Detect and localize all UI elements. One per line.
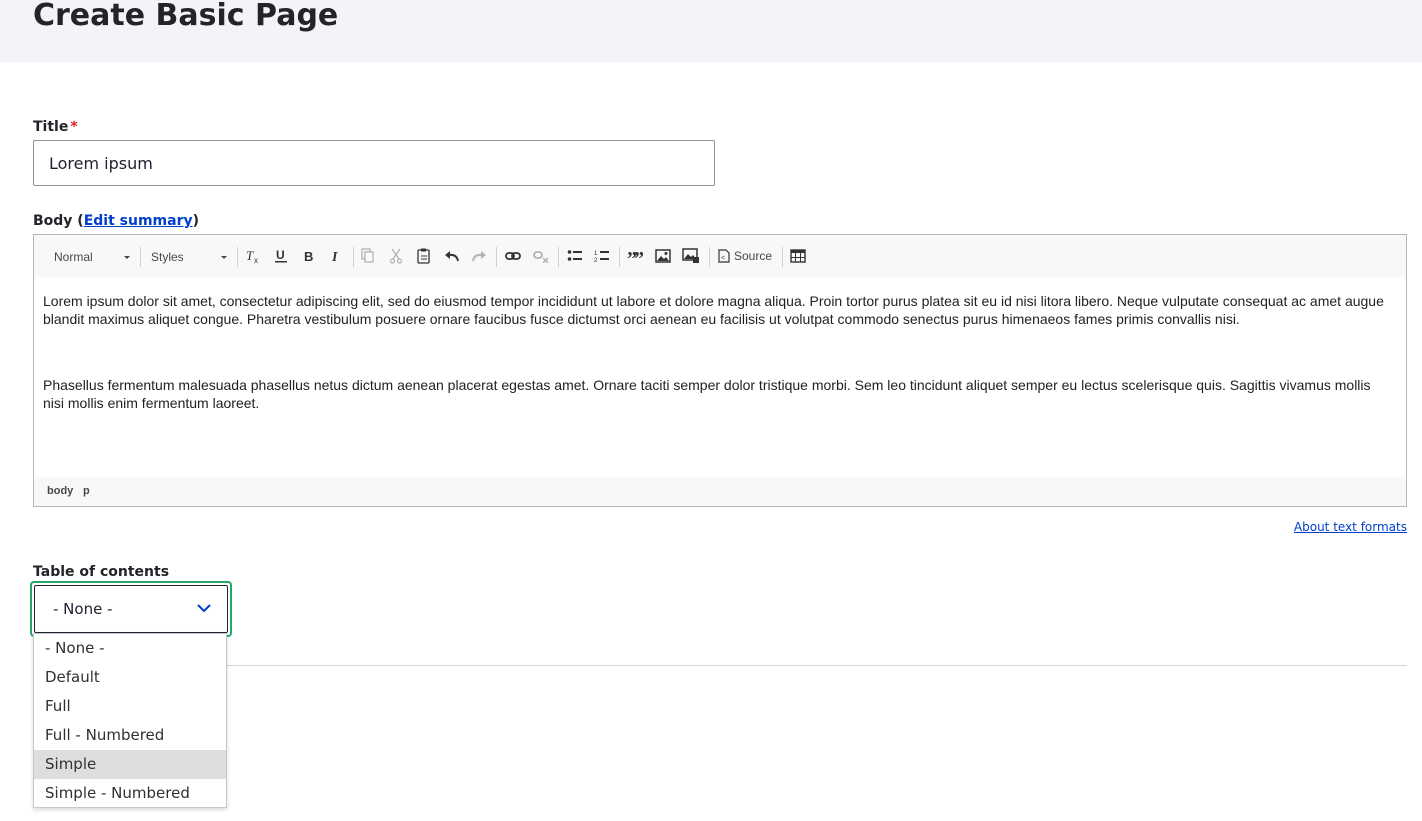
italic-icon[interactable]: I — [327, 247, 345, 265]
cut-icon[interactable] — [387, 247, 405, 265]
copy-icon[interactable] — [359, 247, 377, 265]
toolbar-separator — [782, 247, 783, 267]
format-combo-label: Normal — [54, 250, 93, 264]
toolbar-separator — [496, 247, 497, 267]
svg-text:B: B — [304, 249, 313, 264]
redo-icon[interactable] — [470, 247, 488, 265]
source-label: Source — [734, 249, 773, 263]
svg-text:1: 1 — [594, 251, 598, 257]
bulleted-list-icon[interactable] — [566, 247, 584, 265]
editor-statusbar: body p — [34, 477, 1406, 506]
toolbar-separator — [619, 247, 620, 267]
toc-dropdown: - None - Default Full Full - Numbered Si… — [33, 633, 227, 808]
blockquote-icon[interactable]: ”” — [626, 247, 644, 265]
svg-text:<: < — [721, 255, 725, 262]
bold-icon[interactable]: B — [300, 247, 318, 265]
source-icon: < — [718, 249, 730, 263]
link-icon[interactable] — [504, 247, 522, 265]
chevron-down-icon — [221, 256, 227, 259]
toc-option-full-numbered[interactable]: Full - Numbered — [34, 721, 226, 750]
toolbar-separator — [353, 247, 354, 267]
editor-content[interactable]: Lorem ipsum dolor sit amet, consectetur … — [43, 292, 1388, 460]
title-label-text: Title — [33, 119, 69, 135]
toolbar-separator — [709, 247, 710, 267]
svg-text:I: I — [331, 250, 338, 264]
styles-combo-label: Styles — [151, 250, 184, 264]
format-combo[interactable]: Normal — [54, 246, 132, 268]
toc-select[interactable]: - None - — [34, 585, 228, 633]
underline-icon[interactable]: U — [272, 247, 290, 265]
page-header: Create Basic Page — [0, 0, 1422, 62]
svg-text:2: 2 — [594, 258, 598, 263]
editor-paragraph[interactable]: Lorem ipsum dolor sit amet, consectetur … — [43, 292, 1388, 328]
chevron-down-icon — [124, 256, 130, 259]
toc-select-value: - None - — [53, 600, 113, 618]
toc-option-none[interactable]: - None - — [34, 634, 226, 663]
toc-label: Table of contents — [33, 564, 170, 580]
svg-text:”: ” — [634, 249, 643, 263]
divider — [33, 665, 1407, 666]
edit-summary-link[interactable]: Edit summary — [84, 213, 193, 229]
about-text-formats-link[interactable]: About text formats — [1294, 520, 1407, 534]
element-path-p[interactable]: p — [83, 485, 90, 497]
body-label-close: ) — [192, 213, 200, 229]
toc-option-default[interactable]: Default — [34, 663, 226, 692]
remove-format-icon[interactable]: Tx — [244, 247, 262, 265]
toc-option-simple[interactable]: Simple — [34, 750, 226, 779]
element-path-body[interactable]: body — [47, 485, 73, 497]
numbered-list-icon[interactable]: 12 — [593, 247, 611, 265]
undo-icon[interactable] — [443, 247, 461, 265]
toc-option-simple-numbered[interactable]: Simple - Numbered — [34, 779, 226, 808]
toolbar-separator — [140, 247, 141, 267]
toc-select-focus-ring: - None - — [30, 581, 232, 637]
toolbar-separator — [558, 247, 559, 267]
chevron-down-icon — [197, 604, 211, 613]
svg-text:T: T — [246, 248, 254, 263]
title-input[interactable]: Lorem ipsum — [33, 140, 715, 186]
source-button[interactable]: < Source — [718, 247, 772, 265]
media-icon[interactable] — [682, 247, 700, 265]
body-editor[interactable]: Normal Styles Tx U B I 1 2 ” ” < Source … — [33, 234, 1407, 507]
table-icon[interactable] — [789, 247, 807, 265]
body-label: Body (Edit summary) — [33, 213, 199, 229]
editor-paragraph[interactable]: Phasellus fermentum malesuada phasellus … — [43, 376, 1388, 412]
toolbar-separator — [237, 247, 238, 267]
unlink-icon[interactable] — [532, 247, 550, 265]
image-icon[interactable] — [654, 247, 672, 265]
title-label: Title * — [33, 119, 78, 135]
toc-option-full[interactable]: Full — [34, 692, 226, 721]
editor-toolbar: Normal Styles Tx U B I 1 2 ” ” < Source — [34, 235, 1406, 277]
styles-combo[interactable]: Styles — [151, 246, 229, 268]
svg-text:x: x — [254, 256, 258, 264]
paste-icon[interactable] — [415, 247, 433, 265]
svg-text:U: U — [276, 248, 285, 262]
body-label-text: Body ( — [33, 213, 84, 229]
required-mark: * — [70, 119, 78, 135]
page-title: Create Basic Page — [33, 0, 339, 33]
